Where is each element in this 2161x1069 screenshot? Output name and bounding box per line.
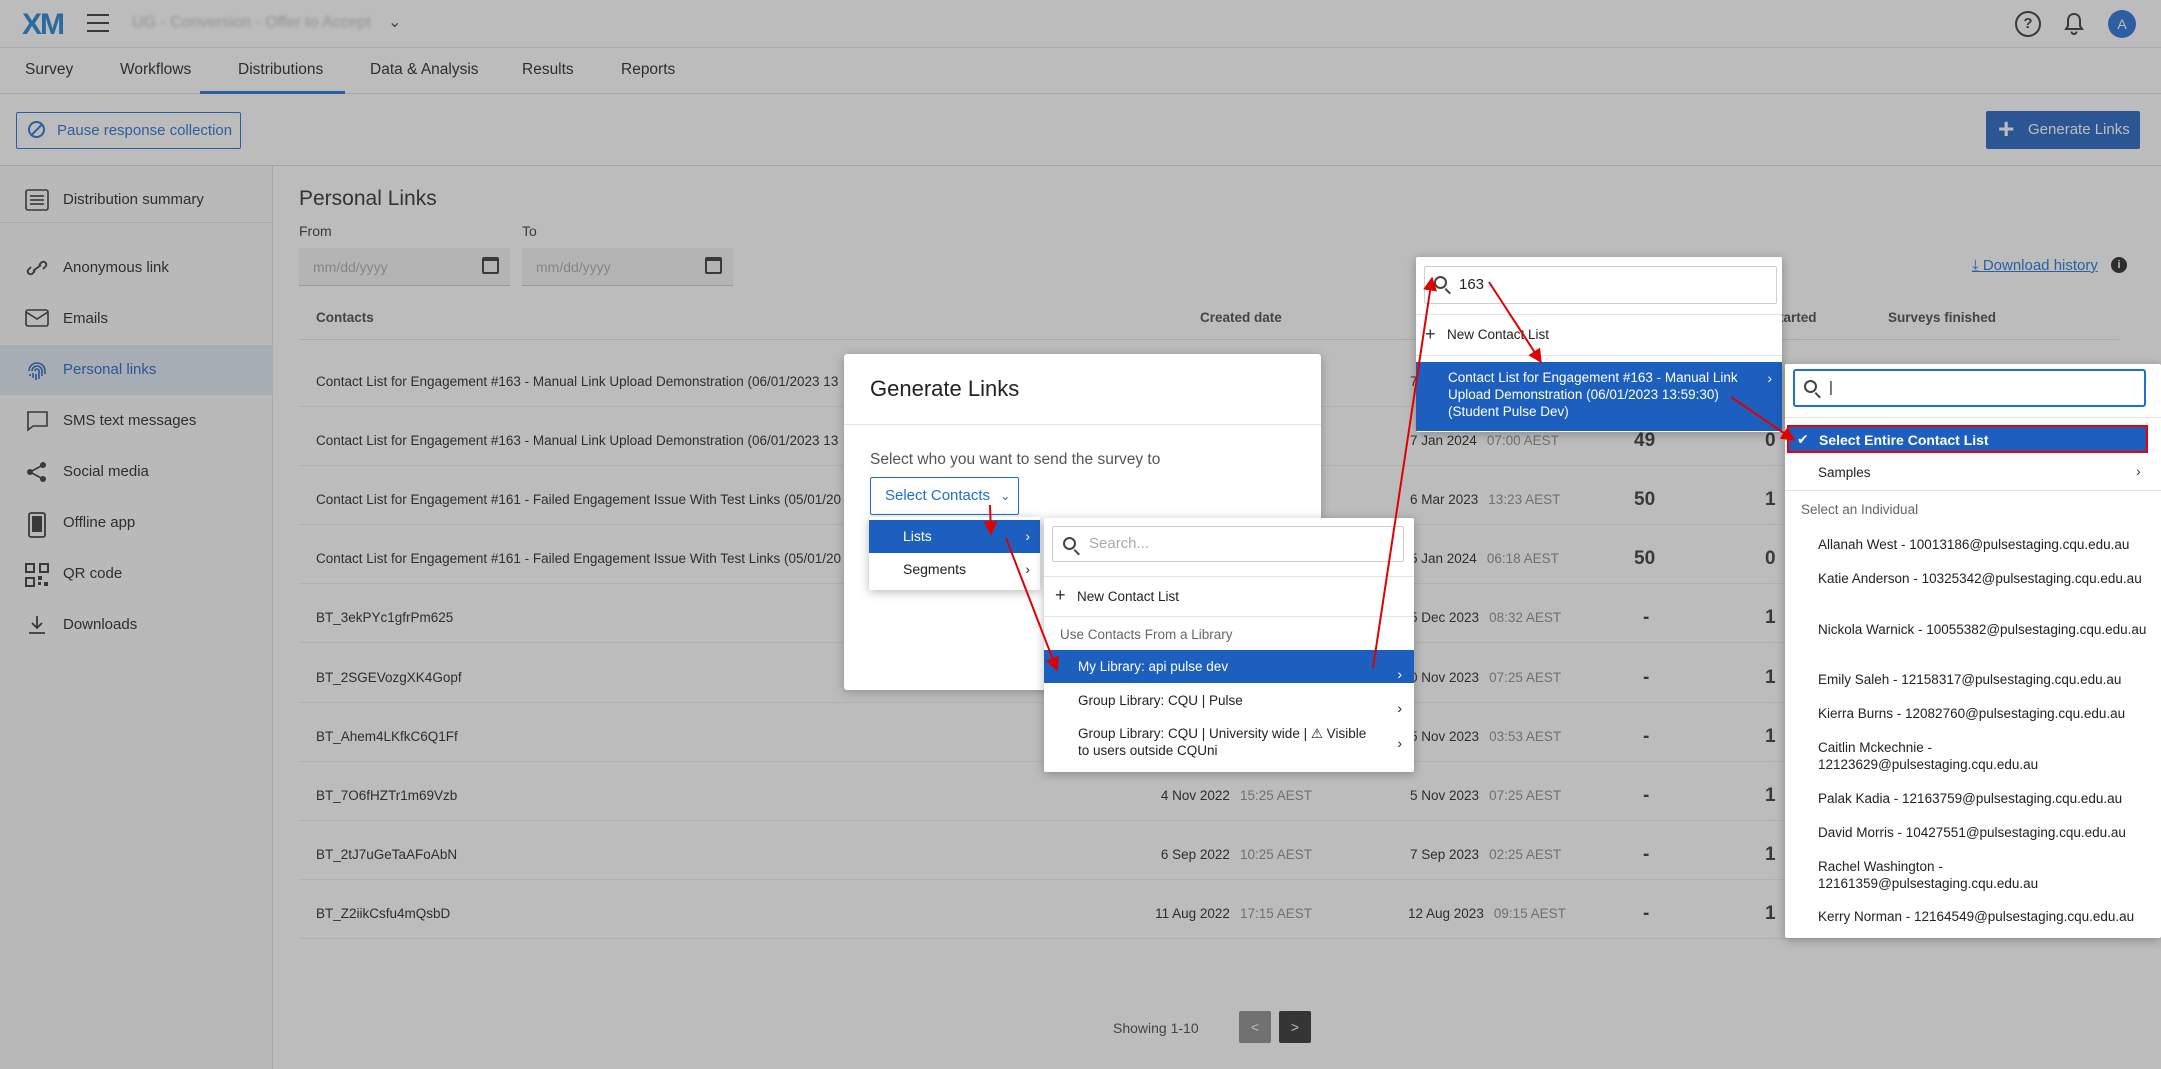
library-section-header: Use Contacts From a Library bbox=[1060, 627, 1233, 642]
new-contact-list-label: New Contact List bbox=[1447, 327, 1550, 342]
contact-list-search-input[interactable]: 163 bbox=[1424, 266, 1777, 304]
new-contact-list-button[interactable]: + New Contact List bbox=[1425, 323, 1725, 347]
modal-title: Generate Links bbox=[870, 376, 1020, 401]
chevron-right-icon: › bbox=[1397, 735, 1402, 751]
modal-prompt: Select who you want to send the survey t… bbox=[870, 451, 1161, 468]
menu-divider bbox=[1785, 490, 2161, 491]
library-search-input[interactable]: Search... bbox=[1052, 526, 1404, 562]
search-icon bbox=[1434, 276, 1447, 289]
modal-divider bbox=[844, 424, 1321, 425]
individual-list-item[interactable]: Caitlin Mckechnie - 12123629@pulsestagin… bbox=[1818, 739, 2148, 773]
menu-item-label: Lists bbox=[903, 528, 932, 544]
individual-section-header: Select an Individual bbox=[1801, 502, 1919, 517]
menu-divider bbox=[1785, 417, 2161, 418]
new-contact-list-label: New Contact List bbox=[1077, 589, 1180, 604]
menu-divider bbox=[1416, 314, 1782, 315]
chevron-right-icon: › bbox=[2136, 463, 2141, 479]
menu-item-lists[interactable]: Lists › bbox=[869, 520, 1040, 553]
menu-divider bbox=[1416, 355, 1782, 356]
select-entire-contact-list[interactable]: ✔ Select Entire Contact List bbox=[1787, 425, 2148, 453]
individual-list-item[interactable]: Emily Saleh - 12158317@pulsestaging.cqu.… bbox=[1818, 671, 2148, 688]
contact-list-label: Contact List for Engagement #163 - Manua… bbox=[1448, 370, 1738, 419]
search-icon bbox=[1063, 537, 1076, 550]
new-contact-list-button[interactable]: + New Contact List bbox=[1044, 585, 1414, 611]
search-icon bbox=[1804, 380, 1817, 393]
individual-list-item[interactable]: Allanah West - 10013186@pulsestaging.cqu… bbox=[1818, 536, 2148, 553]
menu-divider bbox=[1044, 576, 1414, 577]
individual-search-input[interactable]: | bbox=[1793, 369, 2146, 407]
individual-list-item[interactable]: Nickola Warnick - 10055382@pulsestaging.… bbox=[1818, 621, 2148, 638]
menu-item-my-library[interactable]: My Library: api pulse dev › bbox=[1044, 650, 1414, 683]
individual-list-item[interactable]: Palak Kadia - 12163759@pulsestaging.cqu.… bbox=[1818, 790, 2148, 807]
menu-item-segments[interactable]: Segments › bbox=[869, 553, 1040, 586]
contact-list-item-163[interactable]: Contact List for Engagement #163 - Manua… bbox=[1416, 362, 1782, 431]
chevron-right-icon: › bbox=[1767, 370, 1772, 386]
individual-list-item[interactable]: Rachel Washington - 12161359@pulsestagin… bbox=[1818, 858, 2148, 892]
plus-icon: + bbox=[1055, 585, 1066, 605]
individual-list-item[interactable]: Kerry Norman - 12164549@pulsestaging.cqu… bbox=[1818, 908, 2148, 925]
individual-list-item[interactable]: Kierra Burns - 12082760@pulsestaging.cqu… bbox=[1818, 705, 2148, 722]
chevron-right-icon: › bbox=[1397, 699, 1402, 716]
menu-item-label: Group Library: CQU | Pulse bbox=[1078, 693, 1243, 708]
menu-item-label: Segments bbox=[903, 561, 967, 577]
select-contacts-label: Select Contacts bbox=[885, 487, 991, 504]
samples-menu-item[interactable]: Samples bbox=[1818, 465, 1871, 480]
individual-list-item[interactable]: Katie Anderson - 10325342@pulsestaging.c… bbox=[1818, 570, 2148, 587]
menu-item-group-library-pulse[interactable]: Group Library: CQU | Pulse › bbox=[1044, 684, 1414, 717]
chevron-right-icon: › bbox=[1025, 528, 1030, 544]
menu-item-label: My Library: api pulse dev bbox=[1078, 659, 1229, 674]
select-entire-label: Select Entire Contact List bbox=[1819, 432, 1989, 448]
chevron-down-icon: ⌄ bbox=[1000, 489, 1011, 503]
select-contacts-dropdown[interactable]: Select Contacts ⌄ bbox=[870, 477, 1019, 515]
individual-list-item[interactable]: David Morris - 10427551@pulsestaging.cqu… bbox=[1818, 824, 2148, 841]
menu-divider bbox=[1044, 616, 1414, 617]
chevron-right-icon: › bbox=[1025, 561, 1030, 577]
menu-item-label: Group Library: CQU | University wide | ⚠… bbox=[1078, 726, 1367, 758]
plus-icon: + bbox=[1425, 324, 1436, 344]
check-icon: ✔ bbox=[1797, 431, 1809, 447]
menu-item-group-library-university[interactable]: Group Library: CQU | University wide | ⚠… bbox=[1044, 725, 1414, 763]
